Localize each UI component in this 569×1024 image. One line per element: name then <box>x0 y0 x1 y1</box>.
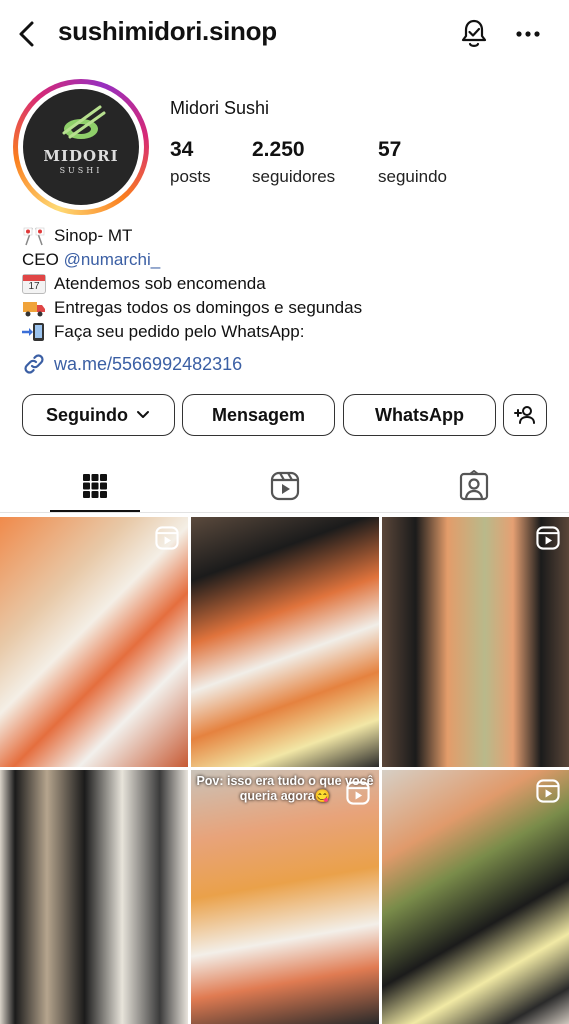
tagged-icon <box>459 470 489 501</box>
bio-ceo-label: CEO <box>22 250 64 269</box>
stat-followers[interactable]: 2.250 seguidores <box>252 138 335 187</box>
following-count: 57 <box>378 138 402 161</box>
bio-link-text: wa.me/5566992482316 <box>54 353 243 374</box>
post-thumbnail-6[interactable] <box>382 770 569 1024</box>
posts-count: 34 <box>170 138 194 161</box>
reel-badge-icon <box>346 781 370 805</box>
delivery-truck-emoji-icon <box>23 302 45 317</box>
post-thumbnail-5[interactable]: Pov: isso era tudo o que você queria ago… <box>191 770 379 1024</box>
bio-line-whatsapp: Faça seu pedido pelo WhatsApp: <box>54 322 305 341</box>
tab-tagged[interactable] <box>454 466 494 506</box>
bio-location: Sinop- MT <box>54 226 133 245</box>
notification-bell-icon[interactable] <box>456 16 492 52</box>
following-button-label: Seguindo <box>46 404 128 425</box>
stat-following[interactable]: 57 seguindo <box>378 138 447 187</box>
logo-wordmark: MIDORI <box>43 147 119 165</box>
following-button[interactable]: Seguindo <box>22 394 175 436</box>
chevron-down-icon <box>137 411 149 418</box>
post-thumbnail-3[interactable] <box>382 517 569 767</box>
following-label: seguindo <box>378 167 448 186</box>
back-arrow-icon[interactable] <box>14 18 42 50</box>
post-thumbnail-4[interactable] <box>0 770 188 1024</box>
posts-label: posts <box>170 167 211 186</box>
reel-badge-icon <box>155 526 179 550</box>
post-thumbnail-2[interactable] <box>191 517 379 767</box>
followers-label: seguidores <box>252 167 336 186</box>
ceo-mention-link[interactable]: @numarchi_ <box>64 248 161 272</box>
reel-badge-icon <box>536 779 560 803</box>
message-button-label: Mensagem <box>211 404 306 425</box>
bio-line-orders: Atendemos sob encomenda <box>54 274 266 293</box>
brand-logo: MIDORI SUSHI <box>23 89 139 205</box>
crossed-flags-emoji-icon <box>23 227 45 246</box>
message-button[interactable]: Mensagem <box>182 394 335 436</box>
profile-username: sushimidori.sinop <box>58 16 277 46</box>
reel-badge-icon <box>536 526 560 550</box>
post-thumbnail-1[interactable] <box>0 517 188 767</box>
tabs-divider <box>0 512 569 513</box>
add-person-icon <box>514 406 535 424</box>
bio-link[interactable]: wa.me/5566992482316 <box>22 352 242 376</box>
followers-count: 2.250 <box>252 138 305 161</box>
reels-icon <box>270 471 300 501</box>
suggest-people-button[interactable] <box>503 394 547 436</box>
grid-icon <box>83 474 107 498</box>
logo-subtext: SUSHI <box>59 166 103 175</box>
whatsapp-button[interactable]: WhatsApp <box>343 394 496 436</box>
bio-line-delivery: Entregas todos os domingos e segundas <box>54 298 363 317</box>
more-options-icon[interactable] <box>510 16 546 52</box>
stat-posts[interactable]: 34 posts <box>170 138 211 187</box>
display-name: Midori Sushi <box>170 98 270 118</box>
avatar[interactable]: MIDORI SUSHI <box>13 79 149 215</box>
whatsapp-button-label: WhatsApp <box>375 404 464 425</box>
calendar-day: 17 <box>28 281 40 292</box>
tab-reels[interactable] <box>265 466 305 506</box>
calendar-emoji-icon: 17 <box>22 274 46 294</box>
tab-grid[interactable] <box>75 466 115 506</box>
mobile-phone-arrow-emoji-icon <box>22 323 44 341</box>
sushi-logo-icon <box>62 105 106 139</box>
link-icon <box>24 354 44 374</box>
bio: Sinop- MT CEO @numarchi_ 17 Atendemos so… <box>22 224 362 344</box>
